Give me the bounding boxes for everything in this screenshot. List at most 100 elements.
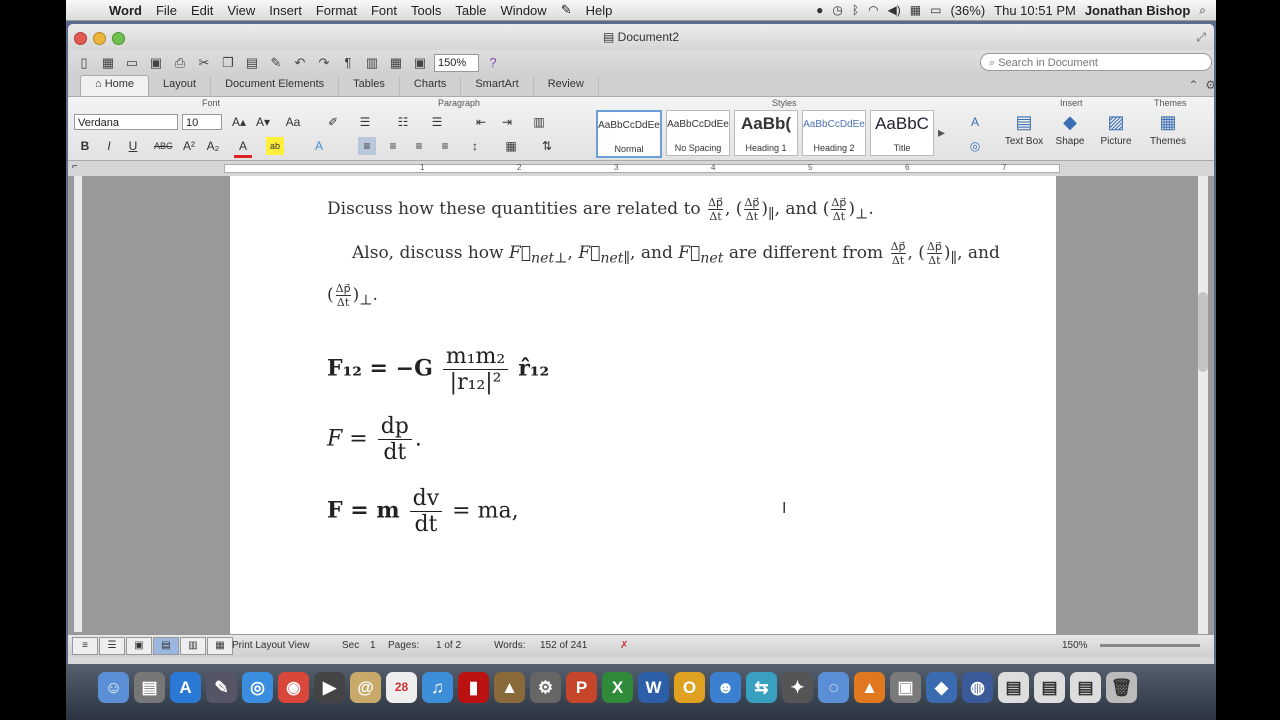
print-layout-view-icon[interactable]: ▤ bbox=[153, 637, 179, 655]
menu-table[interactable]: Table bbox=[448, 3, 493, 18]
time-machine-icon[interactable]: ◷ bbox=[832, 3, 842, 17]
increase-indent-icon[interactable]: ⇥ bbox=[498, 113, 516, 131]
sort-icon[interactable]: ⇅ bbox=[538, 137, 556, 155]
battery-icon[interactable]: ▭ bbox=[930, 3, 941, 17]
styles-next-icon[interactable]: ▸ bbox=[938, 110, 945, 158]
underline-icon[interactable]: U bbox=[124, 137, 142, 155]
columns-icon[interactable]: ▥ bbox=[530, 113, 548, 131]
highlight-icon[interactable]: ab bbox=[266, 137, 284, 155]
system-preferences-icon[interactable]: ⚙ bbox=[530, 672, 561, 703]
superscript-icon[interactable]: A² bbox=[180, 137, 198, 155]
trash-icon[interactable]: 🗑 bbox=[1106, 672, 1137, 703]
search-input[interactable]: ⌕ Search in Document bbox=[980, 53, 1212, 71]
itunes-icon[interactable]: ♫ bbox=[422, 672, 453, 703]
facetime-icon[interactable]: ▶ bbox=[314, 672, 345, 703]
vertical-scrollbar[interactable] bbox=[1198, 176, 1208, 634]
tab-document-elements[interactable]: Document Elements bbox=[211, 76, 340, 96]
paste-icon[interactable]: ▤ bbox=[242, 54, 262, 72]
cut-icon[interactable]: ✂ bbox=[194, 54, 214, 72]
document-page[interactable]: Discuss how these quantities are related… bbox=[230, 176, 1056, 634]
subscript-icon[interactable]: A₂ bbox=[204, 137, 222, 155]
word-icon[interactable]: W bbox=[638, 672, 669, 703]
shrink-font-icon[interactable]: A▾ bbox=[254, 113, 272, 131]
image-capture-icon[interactable]: ▣ bbox=[890, 672, 921, 703]
horizontal-ruler[interactable]: 1 2 3 4 5 6 7 bbox=[224, 163, 1060, 173]
pilcrow-icon[interactable]: ¶ bbox=[338, 54, 358, 72]
menu-file[interactable]: File bbox=[149, 3, 184, 18]
document-stack-icon[interactable]: ▤ bbox=[998, 672, 1029, 703]
status-dot-icon[interactable]: ● bbox=[816, 3, 823, 17]
numbering-icon[interactable]: ☷ bbox=[394, 113, 412, 131]
tab-charts[interactable]: Charts bbox=[400, 76, 462, 96]
font-color-icon[interactable]: A bbox=[234, 137, 252, 158]
outline-view-icon[interactable]: ☰ bbox=[99, 637, 125, 655]
script-menu-icon[interactable]: ✎ bbox=[554, 2, 579, 18]
zoom-slider[interactable] bbox=[1100, 644, 1200, 647]
style-normal[interactable]: AaBbCcDdEe Normal bbox=[596, 110, 662, 158]
print-icon[interactable]: ⎙ bbox=[170, 54, 190, 72]
spotlight-icon[interactable]: ⌕ bbox=[1199, 3, 1206, 18]
grow-font-icon[interactable]: A▴ bbox=[230, 113, 248, 131]
align-center-icon[interactable]: ≡ bbox=[384, 137, 402, 155]
menu-format[interactable]: Format bbox=[309, 3, 364, 18]
bullets-icon[interactable]: ☰ bbox=[356, 113, 374, 131]
align-left-icon[interactable]: ≡ bbox=[358, 137, 376, 155]
style-heading-2[interactable]: AaBbCcDdEe Heading 2 bbox=[802, 110, 866, 156]
insert-shape-button[interactable]: ◆ Shape bbox=[1048, 112, 1092, 147]
contacts-icon[interactable]: @ bbox=[350, 672, 381, 703]
menu-app[interactable]: Word bbox=[102, 3, 149, 18]
zoom-select[interactable]: 150% bbox=[434, 54, 479, 72]
ribbon-options-icon[interactable]: ⌃ ⚙ bbox=[1189, 78, 1214, 92]
downloads-stack-icon[interactable]: ▤ bbox=[1034, 672, 1065, 703]
menu-help[interactable]: Help bbox=[579, 3, 620, 18]
clear-formatting-icon[interactable]: ✐ bbox=[324, 113, 342, 131]
menu-tools[interactable]: Tools bbox=[404, 3, 448, 18]
font-name-select[interactable]: Verdana bbox=[74, 114, 178, 130]
tab-home[interactable]: ⌂ Home bbox=[80, 75, 150, 96]
preview-icon[interactable]: ✎ bbox=[206, 672, 237, 703]
menu-font[interactable]: Font bbox=[364, 3, 404, 18]
change-case-icon[interactable]: Aa bbox=[284, 113, 302, 131]
tab-stop-selector-icon[interactable]: ⌐ bbox=[72, 161, 78, 172]
redo-icon[interactable]: ↷ bbox=[314, 54, 334, 72]
bold-icon[interactable]: B bbox=[76, 137, 94, 155]
tab-layout[interactable]: Layout bbox=[149, 76, 212, 96]
styles-pane-icon[interactable]: ◎ bbox=[966, 137, 984, 155]
publishing-view-icon[interactable]: ▣ bbox=[126, 637, 152, 655]
text-effects-icon[interactable]: A bbox=[310, 137, 328, 155]
new-document-icon[interactable]: ▯ bbox=[74, 54, 94, 72]
scroll-thumb[interactable] bbox=[1198, 292, 1208, 372]
help-icon[interactable]: ? bbox=[483, 54, 503, 72]
wifi-icon[interactable]: ◠ bbox=[868, 3, 878, 17]
menu-window[interactable]: Window bbox=[493, 3, 553, 18]
copy-icon[interactable]: ❐ bbox=[218, 54, 238, 72]
chrome-icon[interactable]: ◉ bbox=[278, 672, 309, 703]
strikethrough-icon[interactable]: ABC bbox=[154, 137, 173, 155]
satellite-icon[interactable]: ✦ bbox=[782, 672, 813, 703]
line-spacing-icon[interactable]: ↕ bbox=[466, 137, 484, 155]
multilevel-list-icon[interactable]: ☰ bbox=[428, 113, 446, 131]
vlc-icon[interactable]: ▲ bbox=[854, 672, 885, 703]
fullscreen-icon[interactable]: ⤢ bbox=[1196, 30, 1206, 45]
screenshot-stack-icon[interactable]: ▤ bbox=[1070, 672, 1101, 703]
keyboard-icon[interactable]: ▦ bbox=[910, 3, 921, 17]
tab-review[interactable]: Review bbox=[534, 76, 599, 96]
justify-icon[interactable]: ≡ bbox=[436, 137, 454, 155]
borders-icon[interactable]: ▦ bbox=[502, 137, 520, 155]
messages-icon[interactable]: ◌ bbox=[818, 672, 849, 703]
photo-booth-icon[interactable]: ▮ bbox=[458, 672, 489, 703]
insert-text-box-button[interactable]: ▤ Text Box bbox=[1002, 112, 1046, 147]
italic-icon[interactable]: I bbox=[100, 137, 118, 155]
style-heading-1[interactable]: AaBb( Heading 1 bbox=[734, 110, 798, 156]
draft-view-icon[interactable]: ≡ bbox=[72, 637, 98, 655]
migration-icon[interactable]: ⇆ bbox=[746, 672, 777, 703]
excel-icon[interactable]: X bbox=[602, 672, 633, 703]
font-size-select[interactable]: 10 bbox=[182, 114, 222, 130]
toolbox-icon[interactable]: ▣ bbox=[410, 54, 430, 72]
menu-edit[interactable]: Edit bbox=[184, 3, 220, 18]
volume-icon[interactable]: ◀) bbox=[888, 3, 901, 17]
change-styles-icon[interactable]: A bbox=[966, 113, 984, 131]
messenger-icon[interactable]: ☻ bbox=[710, 672, 741, 703]
vertical-ruler[interactable] bbox=[74, 176, 82, 632]
templates-icon[interactable]: ▦ bbox=[98, 54, 118, 72]
